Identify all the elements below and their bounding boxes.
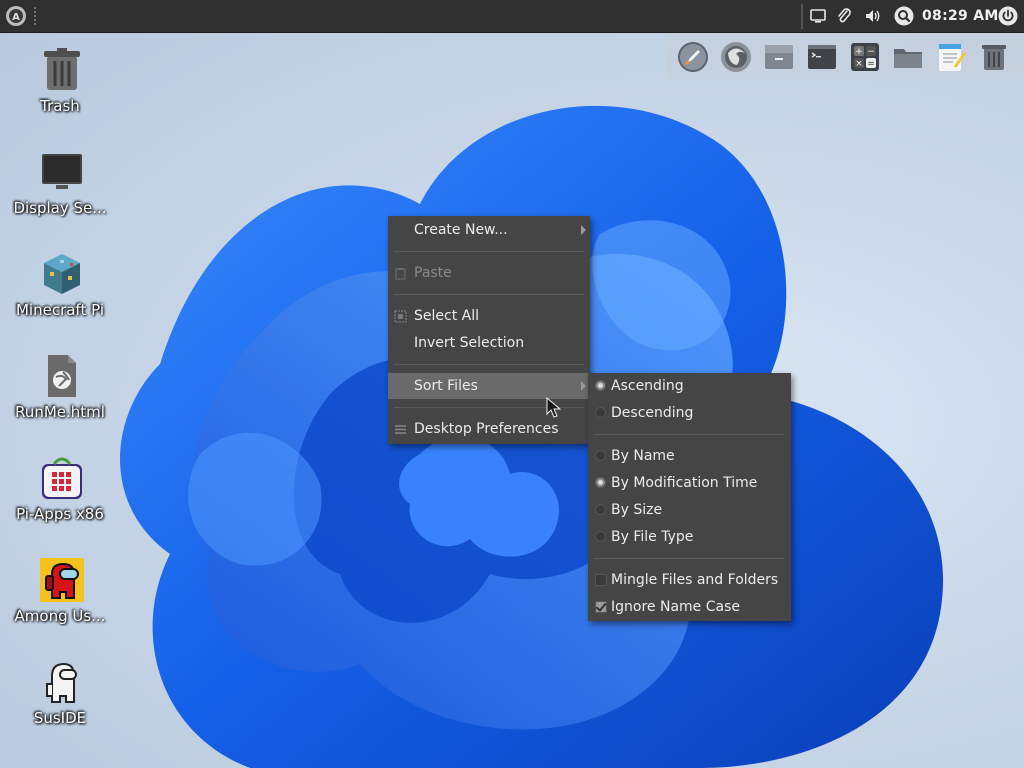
clock[interactable]: 08:29 AM [922,8,999,24]
menu-item-label: By File Type [611,529,694,545]
desktop-icon-label: Pi-Apps x86 [16,505,104,523]
svg-text:A: A [12,12,20,23]
trash-icon[interactable] [977,40,1011,74]
menu-separator [594,558,784,559]
menu-item-label: Ignore Name Case [611,599,740,615]
menu-item-label: Desktop Preferences [414,421,559,437]
menu-item-by-modification-time[interactable]: By Modification Time [588,470,791,496]
menu-item-label: Create New... [414,222,508,238]
volume-icon[interactable] [864,7,882,25]
html-file-icon [48,355,76,397]
menu-item-paste: Paste [388,260,590,286]
application-menu-icon[interactable]: A [4,4,28,28]
preferences-icon [395,425,406,434]
radio-selected-icon [595,477,606,488]
checkbox-checked-icon [595,601,607,613]
top-panel: A 08:29 AM [0,0,1024,33]
file-cabinet-icon[interactable] [762,40,796,74]
desktop-icon-label: Trash [40,97,80,115]
svg-text:×: × [855,59,863,69]
screen-icon[interactable] [809,7,827,25]
radio-unselected-icon [595,407,606,418]
trash-icon [44,48,80,90]
panel-grip-handle[interactable] [34,6,36,26]
menu-item-by-name[interactable]: By Name [588,443,791,469]
paperclip-icon[interactable] [835,7,853,25]
menu-item-label: Sort Files [414,378,478,394]
menu-item-invert-selection[interactable]: Invert Selection [388,330,590,356]
suside-icon [46,662,77,703]
menu-item-label: By Modification Time [611,475,758,491]
desktop-icon-display-settings[interactable]: Display Se... [4,142,116,230]
menu-item-sort-files[interactable]: Sort Files [388,373,590,399]
menu-item-by-size[interactable]: By Size [588,497,791,523]
menu-item-ascending[interactable]: Ascending [588,373,791,399]
folder-icon[interactable] [891,40,925,74]
menu-item-ignore-name-case[interactable]: Ignore Name Case [588,594,791,620]
power-icon[interactable] [998,6,1018,26]
radio-unselected-icon [595,504,606,515]
panel-separator [801,4,803,29]
sort-files-submenu: Ascending Descending By Name By Modifica… [588,373,791,621]
radio-unselected-icon [595,450,606,461]
menu-item-label: Descending [611,405,694,421]
menu-item-descending[interactable]: Descending [588,400,791,426]
rocket-launcher-icon[interactable] [676,40,710,74]
minecraft-block-icon [44,254,80,294]
desktop-icon-label: Minecraft Pi [15,301,104,319]
menu-item-label: Select All [414,308,479,324]
desktop-icon-among-us[interactable]: Among Us... [4,550,116,638]
desktop-icon-label: SusIDE [33,709,87,727]
terminal-icon[interactable] [805,40,839,74]
menu-item-desktop-preferences[interactable]: Desktop Preferences [388,416,590,442]
search-icon[interactable] [894,6,914,26]
menu-item-label: Mingle Files and Folders [611,572,779,588]
svg-text:−: − [867,47,875,57]
desktop-icon-minecraft-pi[interactable]: Minecraft Pi [4,244,116,332]
radio-selected-icon [595,380,606,391]
menu-item-by-file-type[interactable]: By File Type [588,524,791,550]
menu-item-create-new[interactable]: Create New... [388,217,590,243]
calculator-icon[interactable]: + − × = [848,40,882,74]
menu-item-label: By Size [611,502,663,518]
checkbox-unchecked-icon [595,574,607,586]
dock: + − × = [666,34,1024,80]
svg-text:=: = [867,59,875,69]
pi-apps-icon [42,457,82,499]
svg-text:+: + [855,47,863,57]
menu-separator [594,434,784,435]
desktop-icon-suside[interactable]: SusIDE [4,652,116,740]
menu-item-mingle-files-folders[interactable]: Mingle Files and Folders [588,567,791,593]
clipboard-icon [395,268,406,280]
submenu-arrow-icon [581,225,586,235]
submenu-arrow-icon [581,381,586,391]
menu-separator [394,364,584,365]
menu-item-label: Invert Selection [414,335,525,351]
among-us-icon [40,558,84,602]
monitor-icon [42,154,82,189]
desktop-icon-runme-html[interactable]: RunMe.html [4,346,116,434]
desktop-icon-label: Display Se... [13,199,107,217]
desktop-icon-trash[interactable]: Trash [4,40,116,128]
menu-separator [394,294,584,295]
radio-unselected-icon [595,531,606,542]
desktop-icon-pi-apps[interactable]: Pi-Apps x86 [4,448,116,536]
menu-item-select-all[interactable]: Select All [388,303,590,329]
mouse-cursor-icon [546,397,562,418]
menu-item-label: Ascending [611,378,684,394]
menu-item-label: By Name [611,448,675,464]
select-all-icon [394,310,407,323]
menu-separator [394,251,584,252]
desktop-icon-label: Among Us... [14,607,106,625]
firefox-icon[interactable] [719,40,753,74]
desktop-icon-label: RunMe.html [15,403,105,421]
menu-item-label: Paste [414,265,452,281]
text-editor-icon[interactable] [934,40,968,74]
